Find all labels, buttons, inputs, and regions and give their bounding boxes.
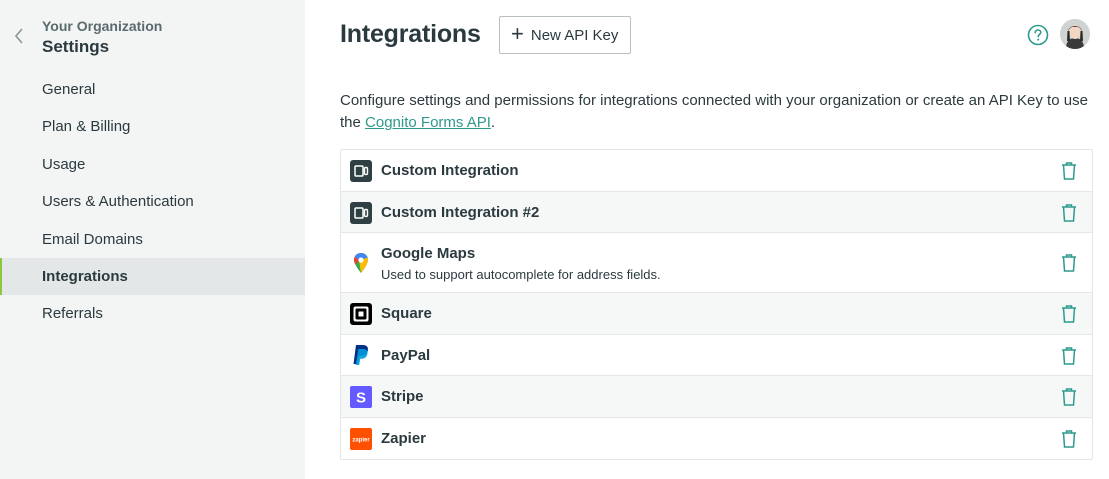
sidebar-item-general[interactable]: General — [0, 71, 305, 108]
trash-icon[interactable] — [1060, 253, 1078, 273]
google-maps-icon — [354, 253, 368, 273]
square-icon — [350, 303, 372, 325]
new-api-key-button[interactable]: + New API Key — [499, 16, 631, 54]
integration-subtitle: Used to support autocomplete for address… — [381, 267, 661, 282]
trash-icon[interactable] — [1060, 304, 1078, 324]
custom-integration-icon — [350, 160, 372, 182]
integration-row[interactable]: zapier Zapier — [341, 418, 1092, 459]
description-period: . — [490, 114, 496, 131]
integration-name: Zapier — [381, 430, 427, 447]
custom-integration-icon — [350, 202, 372, 224]
integration-name: Custom Integration — [381, 162, 519, 179]
avatar-image — [1060, 19, 1090, 49]
cognito-forms-api-link[interactable]: Cognito Forms API — [365, 114, 491, 131]
integration-row[interactable]: Custom Integration — [341, 150, 1092, 192]
sidebar-item-referrals[interactable]: Referrals — [0, 295, 305, 332]
chevron-left-icon — [14, 28, 23, 44]
sidebar-item-email-domains[interactable]: Email Domains — [0, 221, 305, 258]
stripe-logo-letter: S — [356, 390, 366, 407]
page-title: Integrations — [340, 20, 481, 48]
sidebar-title: Settings — [42, 37, 110, 56]
integrations-list: Custom Integration Custom Integration #2 — [340, 149, 1093, 460]
sidebar-item-integrations[interactable]: Integrations — [0, 257, 305, 296]
back-button[interactable] — [8, 25, 30, 47]
settings-nav: General Plan & Billing Usage Users & Aut… — [0, 71, 305, 333]
sidebar-item-users-authentication[interactable]: Users & Authentication — [0, 183, 305, 220]
user-avatar[interactable] — [1060, 19, 1090, 49]
integration-row[interactable]: Google Maps Used to support autocomplete… — [341, 233, 1092, 293]
stripe-icon: S — [350, 386, 372, 408]
help-circle-icon — [1027, 24, 1049, 46]
settings-sidebar: Your Organization Settings General Plan … — [0, 0, 305, 479]
sidebar-item-usage[interactable]: Usage — [0, 146, 305, 183]
help-button[interactable] — [1027, 24, 1049, 46]
integration-name: Custom Integration #2 — [381, 204, 540, 221]
integration-row[interactable]: Custom Integration #2 — [341, 192, 1092, 233]
trash-icon[interactable] — [1060, 429, 1078, 449]
trash-icon[interactable] — [1060, 387, 1078, 407]
trash-icon[interactable] — [1060, 346, 1078, 366]
trash-icon[interactable] — [1060, 203, 1078, 223]
integration-name: Stripe — [381, 388, 424, 405]
plus-icon: + — [511, 21, 524, 46]
trash-icon[interactable] — [1060, 161, 1078, 181]
sidebar-item-plan-billing[interactable]: Plan & Billing — [0, 108, 305, 145]
integration-row[interactable]: PayPal — [341, 335, 1092, 376]
integration-name: Square — [381, 305, 432, 322]
zapier-logo-text: zapier — [352, 438, 370, 444]
org-name: Your Organization — [42, 18, 163, 34]
integrations-description: Configure settings and permissions for i… — [340, 90, 1090, 134]
integration-row[interactable]: S Stripe — [341, 376, 1092, 418]
integration-name: PayPal — [381, 347, 431, 364]
integration-row[interactable]: Square — [341, 293, 1092, 335]
integration-name: Google Maps — [381, 245, 476, 262]
zapier-icon: zapier — [350, 428, 372, 450]
paypal-icon — [353, 345, 368, 365]
new-api-key-label: New API Key — [530, 26, 619, 44]
